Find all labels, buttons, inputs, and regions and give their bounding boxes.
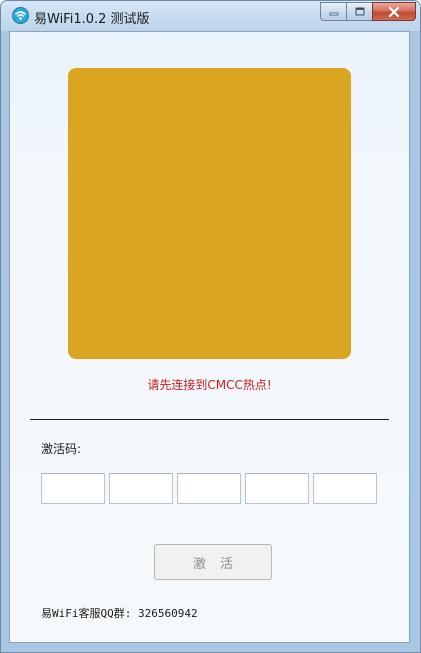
status-message: 请先连接到CMCC热点!	[147, 378, 272, 392]
activation-code-field-2[interactable]	[109, 473, 173, 504]
minimize-icon	[329, 12, 338, 15]
qr-code-area	[68, 68, 351, 359]
wifi-app-icon	[12, 7, 29, 24]
activation-code-label: 激活码:	[41, 442, 82, 456]
window-title: 易WiFi1.0.2 测试版	[34, 12, 150, 27]
support-group-number: 326560942	[137, 607, 198, 620]
activation-code-field-1[interactable]	[41, 473, 105, 504]
activation-code-field-3[interactable]	[177, 473, 241, 504]
close-button[interactable]	[372, 2, 416, 21]
minimize-button[interactable]	[320, 2, 346, 21]
activation-code-field-4[interactable]	[245, 473, 309, 504]
activate-button[interactable]: 激活	[154, 544, 272, 580]
maximize-icon	[355, 7, 364, 16]
divider	[30, 419, 389, 420]
support-group-label: 易WiFi客服QQ群:	[41, 607, 132, 620]
maximize-button[interactable]	[346, 2, 372, 21]
app-window: 易WiFi1.0.2 测试版 请先连接到CMCC热点! 激活码: 激活 易WiF…	[0, 0, 421, 653]
client-area: 请先连接到CMCC热点! 激活码: 激活 易WiFi客服QQ群: 3265609…	[9, 31, 410, 643]
title-bar[interactable]: 易WiFi1.0.2 测试版	[1, 1, 420, 31]
support-group-info: 易WiFi客服QQ群: 326560942	[41, 605, 198, 621]
caption-buttons	[320, 2, 416, 22]
activation-code-field-5[interactable]	[313, 473, 377, 504]
activate-button-label: 激活	[192, 556, 247, 572]
close-icon	[388, 6, 400, 17]
